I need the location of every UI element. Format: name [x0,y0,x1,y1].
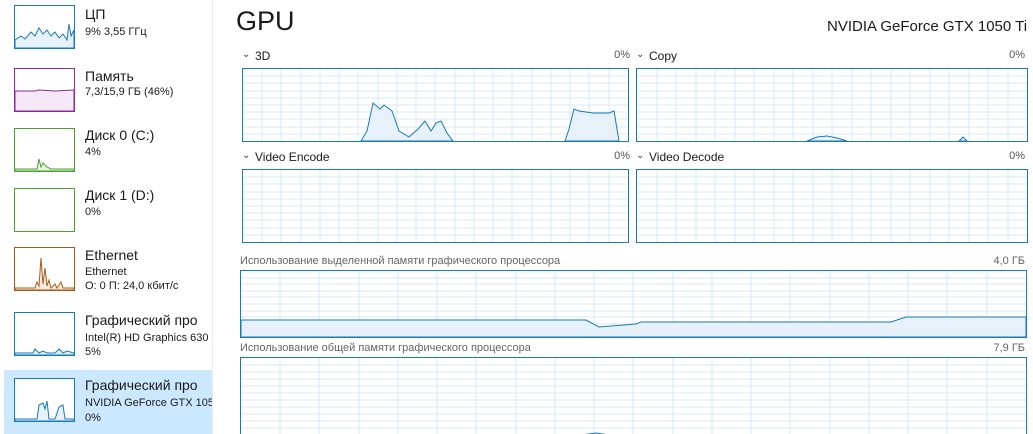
sidebar-item-throughput: О: 0 П: 24,0 кбит/с [85,280,179,292]
chevron-down-icon[interactable]: ⌄ [242,49,250,60]
sidebar-item-detail: Ethernet [85,266,127,278]
dedicated-memory-max: 4,0 ГБ [993,255,1025,267]
chevron-down-icon[interactable]: ⌄ [636,150,644,161]
sidebar-item-detail: 0% [85,206,101,218]
sidebar-item-detail: 7,3/15,9 ГБ (46%) [85,86,174,98]
sidebar-item-memory[interactable]: Память 7,3/15,9 ГБ (46%) [4,60,212,120]
chevron-down-icon[interactable]: ⌄ [242,150,250,161]
sidebar-item-disk0[interactable]: Диск 0 (C:) 4% [4,120,212,180]
device-name: NVIDIA GeForce GTX 1050 Ti [827,18,1028,35]
engine-selector-video-decode[interactable]: Video Decode [649,150,724,164]
sidebar-item-detail: Intel(R) HD Graphics 630 [85,332,209,344]
sidebar-item-gpu0[interactable]: Графический про Intel(R) HD Graphics 630… [4,305,212,365]
engine-selector-3d[interactable]: 3D [255,49,270,63]
shared-memory-graph [240,357,1027,434]
gpu0-thumbnail-graph [14,312,75,356]
memory-thumbnail-graph [14,68,75,112]
engine-percent: 0% [614,150,630,162]
engine-percent: 0% [1009,150,1025,162]
sidebar-item-title: Диск 0 (C:) [85,127,155,143]
engine-selector-copy[interactable]: Copy [649,49,677,63]
dedicated-memory-graph [240,270,1027,338]
shared-memory-max: 7,9 ГБ [993,342,1025,354]
engine-graph-video-decode [636,169,1028,243]
engine-graph-3d [242,68,629,142]
sidebar-item-title: Диск 1 (D:) [85,187,155,203]
engine-graph-copy [636,68,1028,142]
engine-percent: 0% [1009,49,1025,61]
disk0-thumbnail-graph [14,128,75,172]
page-title: GPU [236,6,295,36]
chevron-down-icon[interactable]: ⌄ [636,49,644,60]
sidebar-item-cpu[interactable]: ЦП 9% 3,55 ГГц [4,0,212,60]
sidebar-item-title: Память [85,68,134,84]
gpu1-thumbnail-graph [14,378,75,422]
engine-graph-video-encode [242,169,629,243]
disk1-thumbnail-graph [14,188,75,232]
sidebar-item-disk1[interactable]: Диск 1 (D:) 0% [4,180,212,240]
engine-selector-video-encode[interactable]: Video Encode [255,150,330,164]
shared-memory-label: Использование общей памяти графического … [240,342,531,354]
sidebar-item-title: ЦП [85,6,106,22]
gpu-details-panel: GPU NVIDIA GeForce GTX 1050 Ti ⌄ 3D 0% ⌄… [213,0,1033,434]
sidebar-item-ethernet[interactable]: Ethernet Ethernet О: 0 П: 24,0 кбит/с [4,240,212,300]
sidebar-item-usage: 5% [85,346,101,358]
sidebar-item-detail: 9% 3,55 ГГц [85,26,147,38]
sidebar-item-title: Графический про [85,312,198,328]
sidebar-item-usage: 0% [85,412,101,424]
engine-percent: 0% [614,49,630,61]
sidebar-item-gpu1[interactable]: Графический про NVIDIA GeForce GTX 105 0… [4,370,212,434]
sidebar-item-title: Графический про [85,377,198,393]
sidebar-item-detail: NVIDIA GeForce GTX 105 [85,397,213,409]
sidebar: ЦП 9% 3,55 ГГц Память 7,3/15,9 ГБ (46%) … [0,0,213,434]
ethernet-thumbnail-graph [14,247,75,291]
sidebar-item-detail: 4% [85,146,101,158]
dedicated-memory-label: Использование выделенной памяти графичес… [240,255,561,267]
sidebar-item-title: Ethernet [85,247,138,263]
cpu-thumbnail-graph [14,5,75,49]
